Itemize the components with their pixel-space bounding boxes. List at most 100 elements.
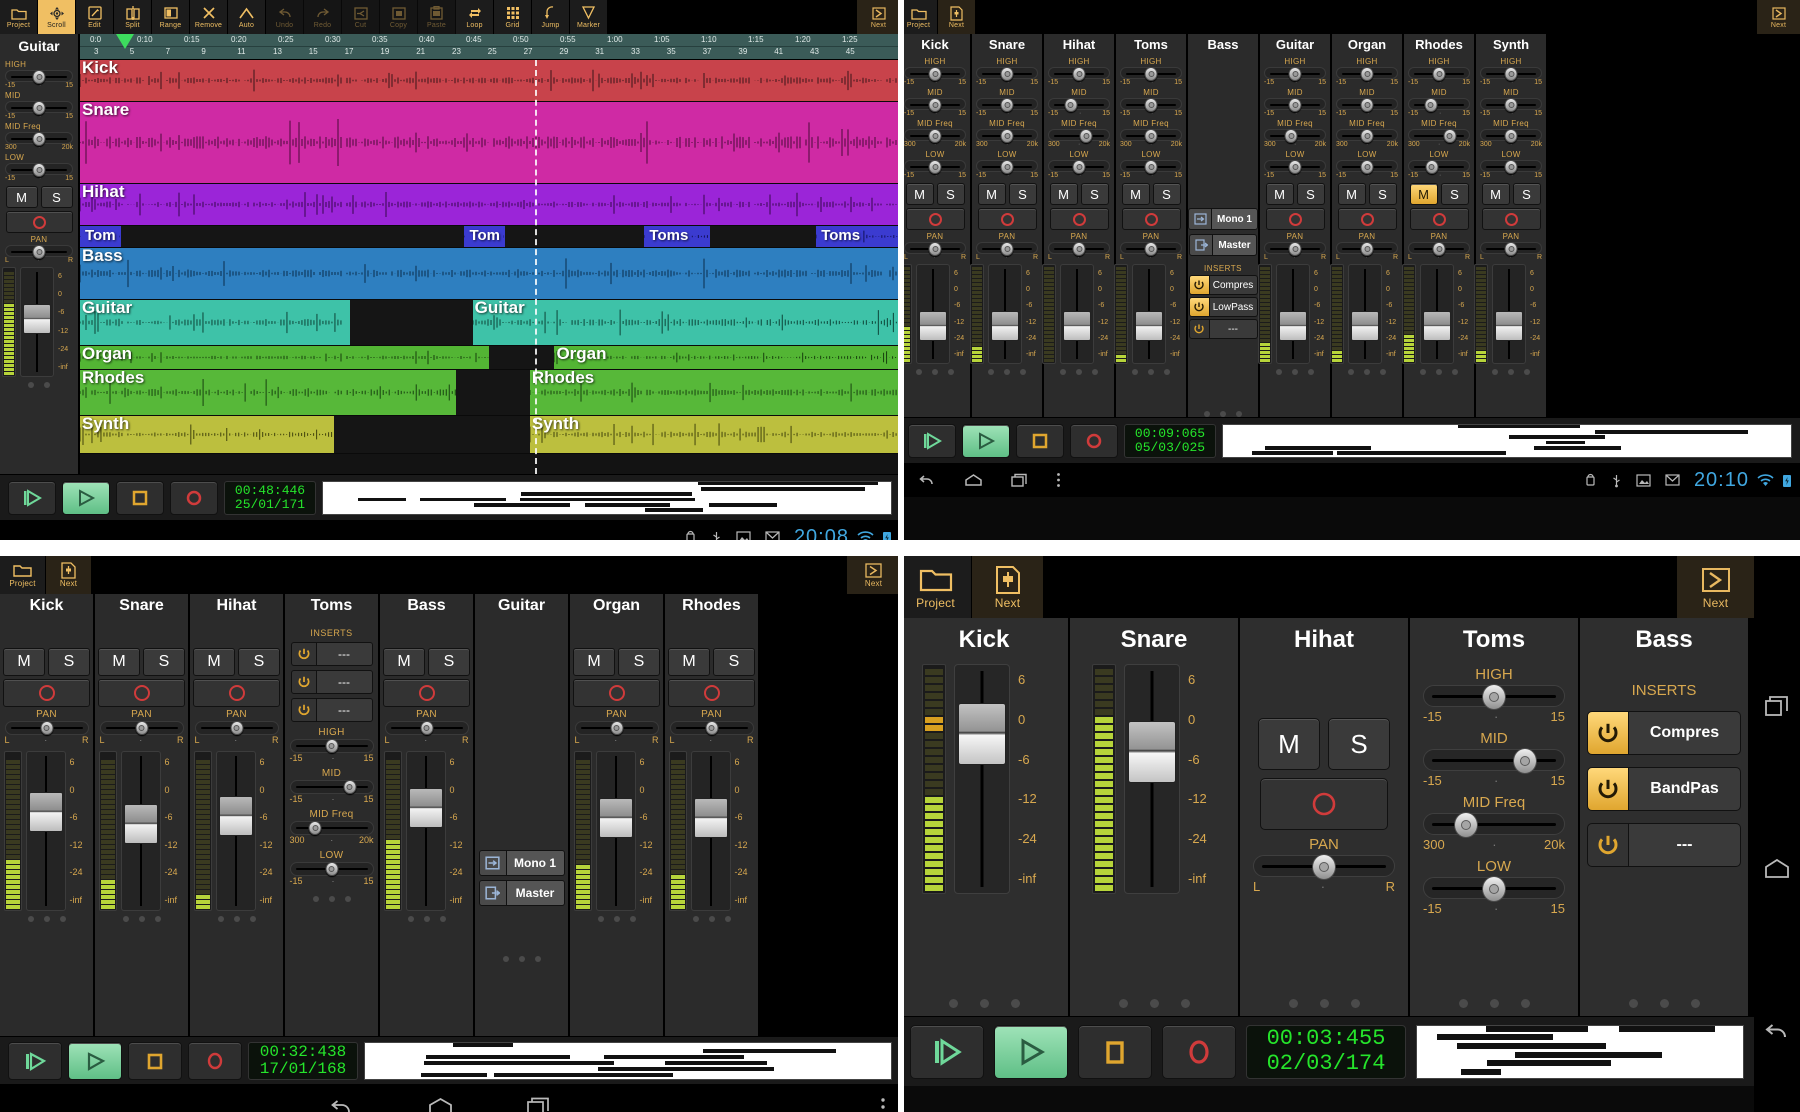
- volume-fader[interactable]: [595, 751, 636, 911]
- channel-page-dots[interactable]: [27, 916, 66, 922]
- clip-synth-1[interactable]: Synth: [529, 416, 898, 453]
- eq-0-slider[interactable]: [1120, 67, 1182, 81]
- channel-page-dots[interactable]: [1288, 999, 1360, 1008]
- solo-button[interactable]: S: [1512, 183, 1541, 205]
- eq-3-slider[interactable]: [904, 160, 966, 174]
- clip-snare-0[interactable]: Snare: [80, 102, 898, 183]
- toolbar-redo-button[interactable]: Redo: [304, 0, 342, 34]
- eq-3-slider[interactable]: [1048, 160, 1110, 174]
- solo-button[interactable]: S: [1296, 183, 1325, 205]
- eq-0-slider[interactable]: [1048, 67, 1110, 81]
- track-bass[interactable]: Bass: [80, 248, 900, 300]
- solo-button[interactable]: S: [40, 186, 73, 208]
- volume-fader[interactable]: [988, 264, 1022, 364]
- record-arm-button[interactable]: [668, 679, 755, 707]
- play-button[interactable]: [68, 1041, 122, 1080]
- timeline-tracks[interactable]: Kick Snare Hihat Tom Tom Toms Toms Bass Guitar Gu…: [80, 60, 900, 454]
- clip-tom-0[interactable]: Tom: [80, 226, 121, 247]
- mute-button[interactable]: M: [573, 648, 615, 676]
- stop-button[interactable]: [128, 1041, 182, 1080]
- eq-2-slider[interactable]: [1264, 129, 1326, 143]
- eq-1-slider[interactable]: [904, 98, 966, 112]
- volume-fader[interactable]: [954, 664, 1010, 894]
- mute-button[interactable]: M: [977, 183, 1006, 205]
- insert-1-name[interactable]: ---: [316, 670, 373, 694]
- channel-page-dots[interactable]: [1348, 369, 1386, 375]
- volume-fader[interactable]: [120, 751, 161, 911]
- record-arm-button[interactable]: [573, 679, 660, 707]
- pan-slider[interactable]: [1253, 854, 1395, 880]
- toolbar-split-button[interactable]: Split: [114, 0, 152, 34]
- transport-clock[interactable]: 00:09:065 05/03/025: [1124, 423, 1216, 458]
- next-button-bl-right[interactable]: Next: [846, 556, 900, 594]
- pan-slider[interactable]: [194, 721, 279, 735]
- mute-button[interactable]: M: [1409, 183, 1438, 205]
- channel-page-dots[interactable]: [1118, 999, 1190, 1008]
- insert-0-power-button[interactable]: [1188, 275, 1210, 295]
- mute-button[interactable]: M: [1049, 183, 1078, 205]
- record-arm-button[interactable]: [1260, 778, 1388, 830]
- insert-0-power-button[interactable]: [290, 642, 317, 666]
- clip-hihat-0[interactable]: Hihat: [80, 184, 898, 225]
- eq-2-slider[interactable]: [1048, 129, 1110, 143]
- play-button[interactable]: [62, 480, 110, 515]
- timeline-ruler[interactable]: 0:0 0:10 0:15 0:20 0:25 0:30 0:35 0:40 0:45 0:50 0…: [80, 34, 900, 60]
- track-organ[interactable]: Organ Organ: [80, 346, 900, 370]
- transport-clock[interactable]: 00:48:446 25/01/171: [224, 480, 316, 515]
- insert-2-power-button[interactable]: [1188, 319, 1210, 339]
- eq-0-slider[interactable]: [289, 739, 374, 753]
- stop-button[interactable]: [1016, 423, 1064, 458]
- stop-button[interactable]: [1078, 1024, 1152, 1079]
- record-arm-button[interactable]: [3, 679, 90, 707]
- record-arm-button[interactable]: [1265, 208, 1325, 230]
- eq-3-slider[interactable]: [1120, 160, 1182, 174]
- solo-button[interactable]: S: [428, 648, 470, 676]
- mute-button[interactable]: M: [905, 183, 934, 205]
- insert-2-name[interactable]: ---: [1629, 823, 1741, 867]
- record-arm-button[interactable]: [1481, 208, 1541, 230]
- solo-button[interactable]: S: [1008, 183, 1037, 205]
- solo-button[interactable]: S: [1440, 183, 1469, 205]
- eq-3-slider[interactable]: [289, 862, 374, 876]
- eq-1-slider[interactable]: [1480, 98, 1542, 112]
- channel-page-dots[interactable]: [1458, 999, 1530, 1008]
- insert-0-name[interactable]: Compres: [1209, 275, 1258, 295]
- volume-fader[interactable]: [1420, 264, 1454, 364]
- transport-clock[interactable]: 00:32:438 17/01/168: [248, 1041, 358, 1080]
- volume-fader[interactable]: [1492, 264, 1526, 364]
- eq-1-slider[interactable]: [1048, 98, 1110, 112]
- channel-page-dots[interactable]: [692, 916, 731, 922]
- volume-fader[interactable]: [405, 751, 446, 911]
- mute-button[interactable]: M: [668, 648, 710, 676]
- pan-slider[interactable]: [1480, 242, 1542, 256]
- eq-1-slider[interactable]: [1423, 748, 1565, 774]
- insert-2-name[interactable]: ---: [1209, 319, 1258, 339]
- eq-2-slider[interactable]: [1480, 129, 1542, 143]
- clip-rhodes-0[interactable]: Rhodes: [80, 370, 457, 415]
- project-overview[interactable]: [364, 1041, 892, 1080]
- toolbar-project-button[interactable]: Project: [0, 0, 38, 34]
- track-kick[interactable]: Kick: [80, 60, 900, 102]
- recents-icon[interactable]: [1764, 694, 1790, 718]
- eq-0-slider[interactable]: [1423, 684, 1565, 710]
- eq-0-slider[interactable]: [904, 67, 966, 81]
- pan-slider[interactable]: [1336, 242, 1398, 256]
- toolbar-grid-button[interactable]: Grid: [494, 0, 532, 34]
- mute-button[interactable]: M: [5, 186, 38, 208]
- toolbar-paste-button[interactable]: Paste: [418, 0, 456, 34]
- pan-slider[interactable]: [904, 242, 966, 256]
- toolbar-undo-button[interactable]: Undo: [266, 0, 304, 34]
- toolbar-jump-button[interactable]: Jump: [532, 0, 570, 34]
- pan-slider[interactable]: [1264, 242, 1326, 256]
- project-overview[interactable]: [1416, 1024, 1744, 1079]
- pan-slider[interactable]: [1408, 242, 1470, 256]
- eq-2-slider[interactable]: [1423, 812, 1565, 838]
- volume-fader[interactable]: [1124, 664, 1180, 894]
- track-synth[interactable]: Synth Synth: [80, 416, 900, 454]
- eq-3-slider[interactable]: [976, 160, 1038, 174]
- clip-tom-3[interactable]: Toms: [816, 226, 898, 247]
- eq-3-slider[interactable]: [1408, 160, 1470, 174]
- insert-2-power-button[interactable]: [1587, 823, 1629, 867]
- mute-button[interactable]: M: [1481, 183, 1510, 205]
- channel-page-dots[interactable]: [502, 956, 541, 962]
